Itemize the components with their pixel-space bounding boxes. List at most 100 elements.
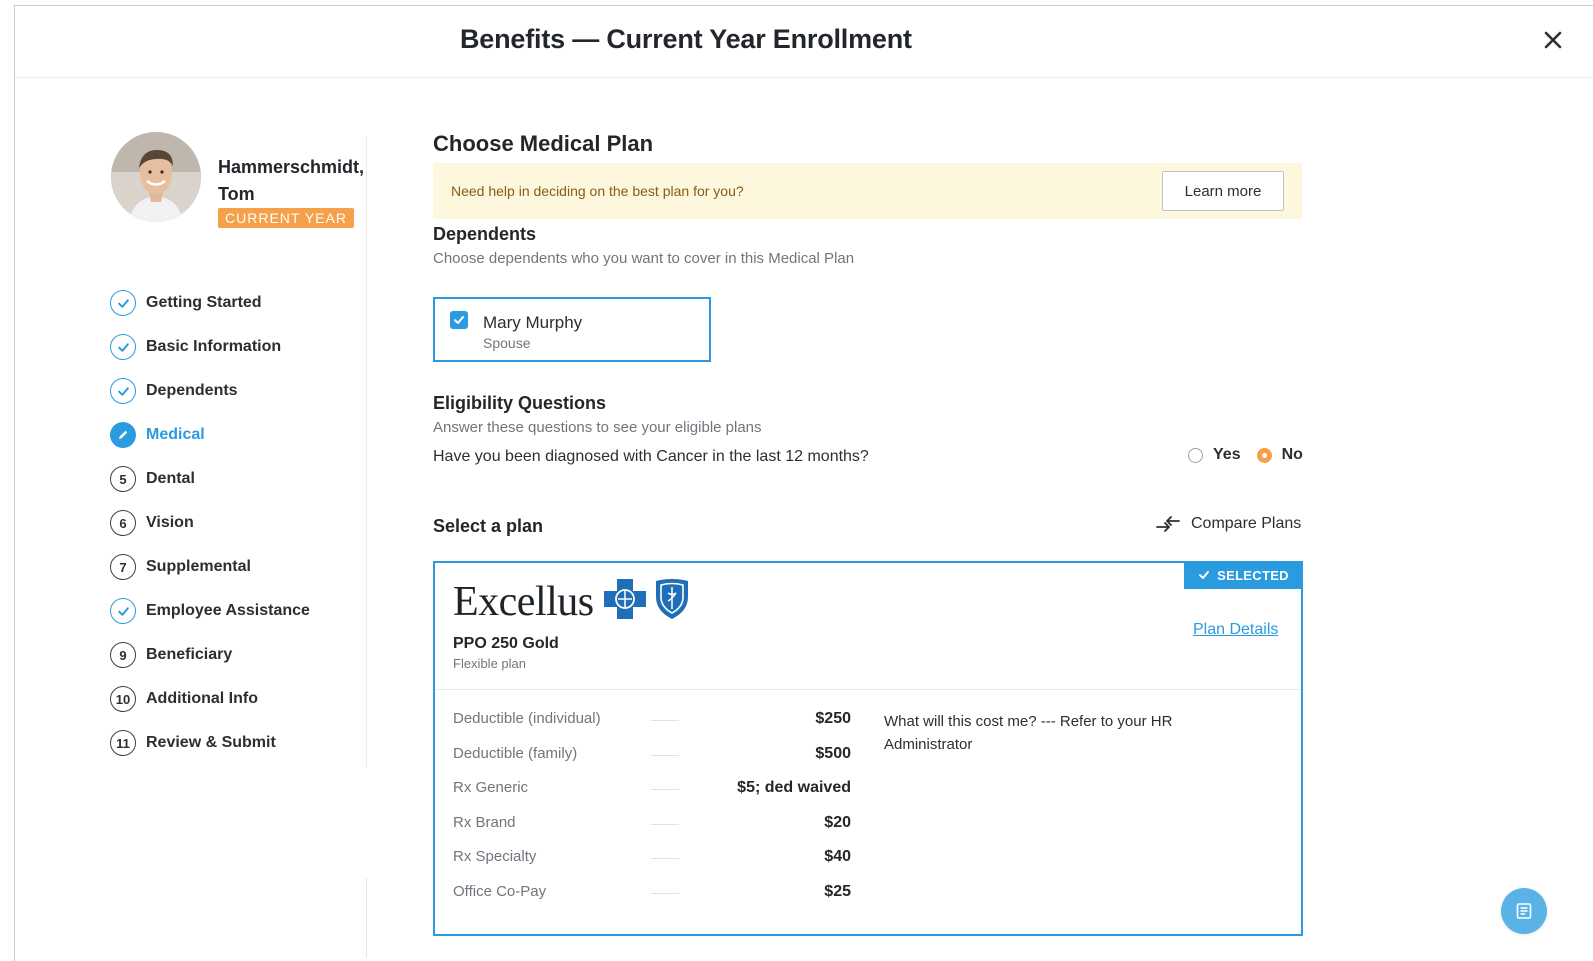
step-label: Medical (146, 426, 205, 443)
cost-label: Rx Brand (453, 813, 516, 831)
compare-icon (1156, 516, 1180, 532)
enrollment-modal: Benefits — Current Year Enrollment Hamme… (14, 5, 1593, 961)
list-icon (1516, 903, 1532, 919)
step-item[interactable]: Employee Assistance (110, 589, 310, 633)
check-circle-icon (110, 290, 136, 316)
help-chat-button[interactable] (1501, 888, 1547, 934)
close-icon (1544, 31, 1562, 49)
dependent-checkbox[interactable] (450, 311, 468, 329)
plan-card[interactable]: SELECTED Excellus PPO 250 Gold Flexible … (433, 561, 1303, 936)
cost-leader-line (651, 789, 679, 790)
cost-value: $20 (824, 813, 851, 831)
step-number-icon: 10 (110, 686, 136, 712)
plan-type: Flexible plan (453, 656, 526, 671)
cost-leader-line (651, 892, 679, 894)
sidebar-divider (366, 128, 367, 958)
step-item[interactable]: Basic Information (110, 325, 310, 369)
blue-shield-icon (655, 579, 688, 619)
step-number-icon: 6 (110, 510, 136, 536)
eligibility-description: Answer these questions to see your eligi… (433, 419, 762, 436)
step-item[interactable]: 9 Beneficiary (110, 633, 310, 677)
cost-value: $40 (824, 848, 851, 865)
dependent-name: Mary Murphy (483, 313, 583, 332)
step-item[interactable]: 11 Review & Submit (110, 721, 310, 765)
cost-value: $25 (824, 882, 851, 900)
cost-leader-line (651, 823, 679, 825)
modal-header: Benefits — Current Year Enrollment (15, 6, 1593, 78)
step-item[interactable]: Getting Started (110, 281, 310, 325)
dependents-description: Choose dependents who you want to cover … (433, 250, 855, 267)
radio-no-label: No (1281, 446, 1303, 463)
pencil-icon (110, 422, 136, 448)
cost-row: Rx Generic $5; ded waived (453, 779, 853, 814)
compare-plans-label: Compare Plans (1191, 515, 1302, 532)
cost-row: Rx Brand $20 (453, 814, 853, 849)
cost-row: Rx Specialty $40 (453, 848, 853, 883)
step-navigation: Getting Started Basic Information Dependen… (110, 281, 310, 765)
step-number-icon: 7 (110, 554, 136, 580)
step-item[interactable]: 6 Vision (110, 501, 310, 545)
step-label: Getting Started (146, 294, 262, 311)
page-title: Choose Medical Plan (433, 131, 654, 156)
cost-label: Rx Specialty (453, 848, 537, 865)
cost-note: What will this cost me? --- Refer to you… (884, 713, 1173, 753)
dependent-card[interactable]: Mary Murphy Spouse (433, 297, 711, 362)
eligibility-radio-group: Yes No (1188, 446, 1319, 464)
cost-value: $250 (815, 710, 851, 727)
insurer-logo-word: Excellus (453, 579, 594, 625)
learn-more-button[interactable]: Learn more (1162, 171, 1284, 211)
check-circle-icon (110, 334, 136, 360)
cost-leader-line (651, 720, 679, 721)
step-label: Dental (146, 470, 195, 487)
step-number-icon: 11 (110, 730, 136, 756)
current-year-badge: CURRENT YEAR (218, 208, 354, 228)
step-label: Additional Info (146, 690, 258, 707)
radio-yes[interactable]: Yes (1188, 446, 1241, 464)
step-label: Dependents (146, 382, 238, 399)
avatar (111, 132, 201, 222)
cost-value: $500 (815, 744, 851, 762)
cost-label: Deductible (individual) (453, 710, 601, 727)
plan-details-link[interactable]: Plan Details (1193, 621, 1278, 639)
insurer-logo: Excellus (453, 577, 691, 625)
step-item[interactable]: 7 Supplemental (110, 545, 310, 589)
step-label: Basic Information (146, 338, 282, 355)
step-label: Review & Submit (146, 734, 276, 751)
step-item[interactable]: 5 Dental (110, 457, 310, 501)
plan-divider (435, 689, 1301, 690)
dependents-heading: Dependents (433, 224, 537, 244)
selected-badge-label: SELECTED (1217, 567, 1289, 583)
cost-row: Office Co-Pay $25 (453, 883, 853, 918)
selected-badge: SELECTED (1184, 561, 1303, 589)
step-item[interactable]: Dependents (110, 369, 310, 413)
step-item[interactable]: Medical (110, 413, 310, 457)
step-label: Employee Assistance (146, 602, 310, 619)
cost-leader-line (651, 858, 679, 859)
radio-yes-circle[interactable] (1188, 447, 1203, 463)
step-number-icon: 9 (110, 642, 136, 668)
check-circle-icon (110, 598, 136, 624)
cost-value: $5; ded waived (737, 779, 851, 796)
cost-row: Deductible (family) $500 (453, 745, 853, 780)
check-icon (1199, 571, 1210, 579)
help-text: Need help in deciding on the best plan f… (451, 183, 744, 199)
radio-yes-label: Yes (1213, 446, 1241, 463)
step-label: Beneficiary (146, 646, 233, 663)
check-circle-icon (110, 378, 136, 404)
step-number-icon: 5 (110, 466, 136, 492)
check-icon (454, 316, 464, 324)
radio-no[interactable]: No (1256, 446, 1303, 464)
plan-cost-table: Deductible (individual) $250 Deductible (f… (453, 710, 853, 917)
modal-title: Benefits — Current Year Enrollment (460, 24, 912, 54)
step-item[interactable]: 10 Additional Info (110, 677, 310, 721)
cost-label: Office Co-Pay (453, 882, 547, 900)
cost-label: Deductible (family) (453, 744, 578, 762)
help-banner: Need help in deciding on the best plan f… (433, 163, 1302, 219)
blue-cross-icon (603, 579, 646, 619)
cost-label: Rx Generic (453, 779, 529, 796)
radio-no-circle[interactable] (1256, 447, 1272, 463)
compare-plans-button[interactable]: Compare Plans (1155, 515, 1301, 533)
close-button[interactable] (1541, 28, 1565, 52)
plan-name: PPO 250 Gold (453, 635, 559, 652)
eligibility-heading: Eligibility Questions (433, 393, 607, 413)
